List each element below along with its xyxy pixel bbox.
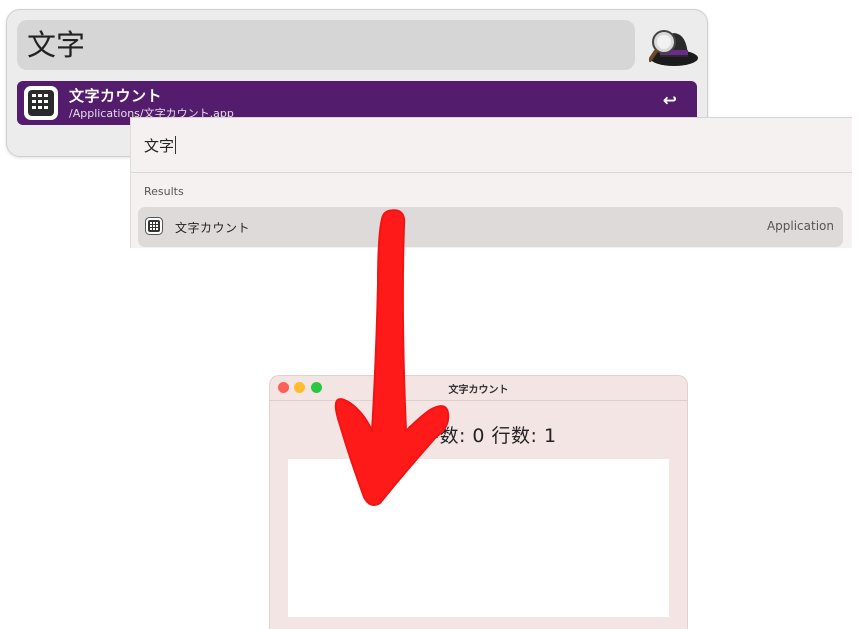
return-icon: ↩ xyxy=(662,91,677,111)
divider xyxy=(131,172,852,173)
alfred-search-input[interactable]: 文字 xyxy=(17,20,635,70)
alfred-hat-icon xyxy=(649,30,698,66)
calculator-keypad-icon xyxy=(145,217,163,235)
alfred-result-title: 文字カウント xyxy=(69,87,163,105)
spotlight-panel: 文字 Results 文字カウント Application xyxy=(130,117,852,248)
results-section-label: Results xyxy=(144,185,184,198)
red-arrow-icon xyxy=(334,209,450,506)
screenshot-stage: 文字 文字カウント /Applications/文字カウント.app ↩ 文字 … xyxy=(0,0,859,629)
text-caret xyxy=(175,136,177,154)
spotlight-result-title: 文字カウント xyxy=(175,221,251,235)
spotlight-result-kind: Application xyxy=(766,219,834,233)
spotlight-search-input[interactable]: 文字 xyxy=(144,135,177,156)
spotlight-query-text: 文字 xyxy=(144,137,175,155)
spotlight-result-row[interactable]: 文字カウント Application xyxy=(138,207,843,247)
calculator-keypad-icon xyxy=(24,86,58,120)
